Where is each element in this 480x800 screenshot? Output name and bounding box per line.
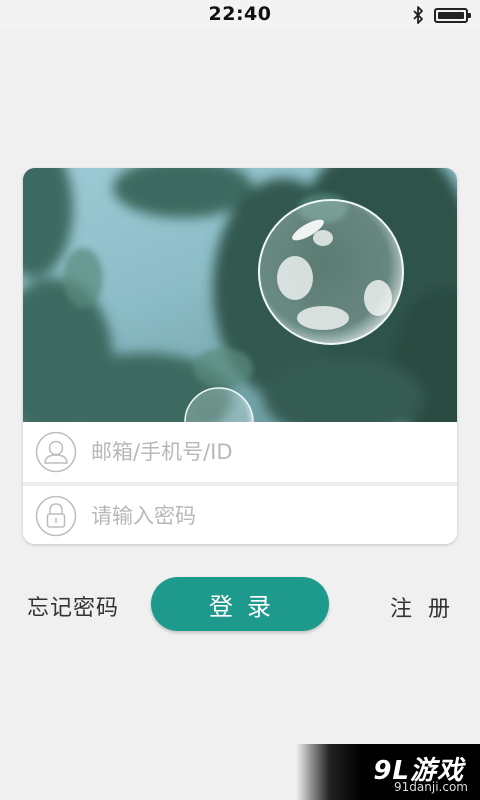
status-time: 22:40 — [208, 3, 272, 25]
password-input[interactable] — [91, 496, 441, 536]
username-input[interactable] — [91, 432, 441, 472]
watermark-url: 91danji.com — [394, 780, 468, 794]
user-icon — [35, 431, 77, 473]
password-field — [23, 486, 457, 544]
battery-icon — [434, 8, 471, 23]
forgot-password-link[interactable]: 忘记密码 — [27, 590, 119, 622]
login-button[interactable]: 登录 — [151, 577, 329, 631]
status-bar: 22:40 — [0, 0, 480, 30]
login-card — [23, 168, 457, 544]
banner-image — [23, 168, 457, 422]
bluetooth-icon — [413, 6, 423, 24]
username-field — [23, 422, 457, 482]
register-link[interactable]: 注册 — [390, 591, 466, 623]
lock-icon — [35, 495, 77, 537]
watermark: 9L游戏 91danji.com — [296, 744, 480, 800]
